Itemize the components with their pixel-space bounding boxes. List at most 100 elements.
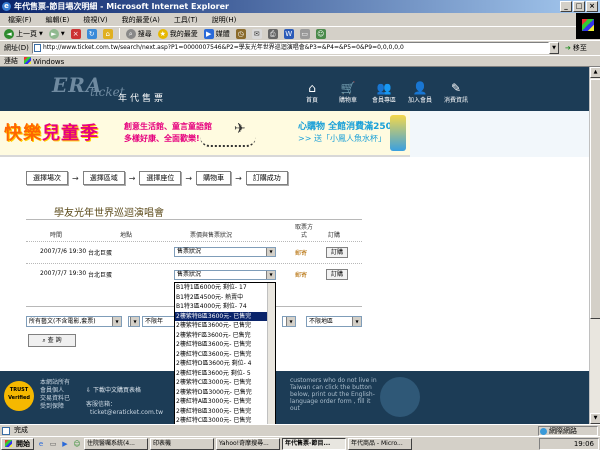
links-windows[interactable]: Windows <box>24 56 64 66</box>
dropdown-option[interactable]: 2樓紫特E區3600元- 已售完 <box>175 321 275 331</box>
dropdown-option[interactable]: B1特3區4000元 剩位- 74 <box>175 302 275 312</box>
row2-buy-button[interactable]: 訂購 <box>326 269 348 280</box>
date-value: 不限年 <box>145 318 164 325</box>
messenger-quicklaunch-icon[interactable]: ☺ <box>72 439 82 449</box>
maximize-button[interactable]: □ <box>573 1 585 12</box>
address-bar: 網址(D) http://www.ticket.com.tw/search/ne… <box>0 40 600 55</box>
dropdown-option[interactable]: 2樓紫特F區3600元- 已售完 <box>175 331 275 341</box>
word-edit-icon[interactable]: W <box>283 28 294 39</box>
download-form-label: 下載中文購買表格 <box>92 387 141 394</box>
minimize-button[interactable]: _ <box>560 1 572 12</box>
dropdown-option[interactable]: 2樓紅特A區3000元- 已售完 <box>175 397 275 407</box>
menu-view[interactable]: 檢視(V) <box>83 15 107 25</box>
banner-title: 快樂兒童季 <box>4 119 99 145</box>
dropdown-option[interactable]: B1特2區4500元- 熱賣中 <box>175 293 275 303</box>
service-email[interactable]: ticket@eraticket.com.tw <box>90 409 163 416</box>
refresh-icon[interactable]: ↻ <box>86 28 97 39</box>
messenger-icon[interactable]: ☺ <box>315 28 326 39</box>
row1-status-select[interactable]: 售票狀況 ▼ <box>174 247 276 257</box>
search-button[interactable]: ⌕ 搜尋 <box>125 28 152 39</box>
search-button[interactable]: ⌕ 查 詢 <box>28 334 76 347</box>
download-form-link[interactable]: ⇩ 下載中文購買表格 <box>86 385 141 394</box>
back-dropdown-icon[interactable]: ▼ <box>39 31 43 37</box>
nav-info[interactable]: ✎ 消費資訊 <box>440 81 472 104</box>
forward-button[interactable]: ► ▼ <box>48 28 65 39</box>
system-tray: 19:06 <box>539 438 599 450</box>
taskbar-button[interactable]: 年代售票-節目... <box>282 437 346 450</box>
history-icon[interactable]: ◷ <box>235 28 246 39</box>
dropdown-option[interactable]: 2樓紫特B區3600元- 已售完 <box>175 311 275 321</box>
members-icon: 👥 <box>376 81 392 95</box>
dropdown-scrollbar[interactable] <box>267 283 275 424</box>
dropdown-option[interactable]: 2樓紫特D區3000元- 已售完 <box>175 388 275 398</box>
taskbar-button[interactable]: 年代商品 - Micro... <box>348 437 412 450</box>
menu-edit[interactable]: 編輯(E) <box>46 15 70 25</box>
dropdown-option[interactable]: 2樓紅特C區3600元- 已售完 <box>175 350 275 360</box>
nav-member-area[interactable]: 👥 會員專區 <box>368 81 400 104</box>
price-status-dropdown[interactable]: B1特1區6000元 剩位- 17 B1特2區4500元- 熱賣中 B1特3區400… <box>174 282 276 424</box>
stop-icon[interactable]: × <box>70 28 81 39</box>
menu-tools[interactable]: 工具(T) <box>174 15 198 25</box>
media-icon: ▶ <box>203 28 214 39</box>
mail-icon[interactable]: ✉ <box>251 28 262 39</box>
day-select[interactable]: ▼ <box>282 316 296 327</box>
go-button[interactable]: ➔ 移至 <box>565 43 587 53</box>
dropdown-option[interactable]: 2樓紅特B區3600元- 已售完 <box>175 340 275 350</box>
address-input[interactable]: http://www.ticket.com.tw/search/next.asp… <box>32 42 549 54</box>
forward-dropdown-icon[interactable]: ▼ <box>61 31 65 37</box>
row2-status-select[interactable]: 售票狀況 ▼ <box>174 270 276 280</box>
media-button[interactable]: ▶ 媒體 <box>203 28 230 39</box>
menu-help[interactable]: 說明(H) <box>212 15 237 25</box>
taskbar-button[interactable]: Yahoo!奇摩搜尋... <box>216 437 280 450</box>
row2-place: 台北巨蛋 <box>88 272 113 279</box>
scroll-down-icon[interactable]: ▼ <box>590 413 600 424</box>
favorites-button[interactable]: ★ 我的最愛 <box>157 28 198 39</box>
nav-join[interactable]: 👤 加入會員 <box>404 81 436 104</box>
close-button[interactable]: × <box>586 1 598 12</box>
go-label: 移至 <box>572 44 587 52</box>
dropdown-option[interactable]: 2樓紅特D區3600元 剩位- 4 <box>175 359 275 369</box>
footer-text-4: 受到保障 <box>40 403 65 410</box>
security-zone: 網際網路 <box>538 426 598 436</box>
divider <box>26 219 362 220</box>
back-button[interactable]: ◄ 上一頁 ▼ <box>4 28 43 39</box>
site-nav: ⌂ 首頁 🛒 購物車 👥 會員專區 👤 加入會員 ✎ 消費資訊 <box>296 81 472 104</box>
vertical-scrollbar[interactable]: ▲ ▼ <box>589 67 600 424</box>
dropdown-option[interactable]: 2樓紅特B區3000元- 已售完 <box>175 407 275 417</box>
window-title-bar[interactable]: e 年代售票-節目場次明細 - Microsoft Internet Explo… <box>0 0 600 13</box>
taskbar-button[interactable]: 住院醫囑系統(4... <box>84 437 148 450</box>
scroll-thumb[interactable] <box>590 79 600 319</box>
region-select[interactable]: 不限地區 ▼ <box>306 316 362 327</box>
promo-banner[interactable]: 快樂兒童季 創意生活館、童言童語館 多樣好康、全面歡樂! ✈ 心購物 全館消費滿… <box>0 111 589 157</box>
row2-pickup: 郵寄 <box>295 272 308 279</box>
nav-cart[interactable]: 🛒 購物車 <box>332 81 364 104</box>
dropdown-option[interactable]: B1特1區6000元 剩位- 17 <box>175 283 275 293</box>
links-label: 連結 <box>4 57 18 65</box>
arrow-right-icon: → <box>128 173 136 183</box>
taskbar-button[interactable]: 印表機 <box>150 437 214 450</box>
row1-buy-button[interactable]: 訂購 <box>326 247 348 258</box>
nav-home[interactable]: ⌂ 首頁 <box>296 81 328 104</box>
toolbar-separator <box>118 28 120 39</box>
month-select[interactable]: ▼ <box>128 316 140 327</box>
home-icon[interactable]: ⌂ <box>102 28 113 39</box>
desktop-quicklaunch-icon[interactable]: ▭ <box>48 439 58 449</box>
dropdown-option[interactable]: 2樓紅特C區3000元- 已售完 <box>175 416 275 424</box>
step-select-seat: 選擇座位 <box>139 171 182 185</box>
start-button[interactable]: 開始 <box>1 437 34 450</box>
dropdown-option[interactable]: 2樓紫特C區3000元- 已售完 <box>175 378 275 388</box>
media-quicklaunch-icon[interactable]: ▶ <box>60 439 70 449</box>
discuss-icon[interactable]: ▭ <box>299 28 310 39</box>
scroll-up-icon[interactable]: ▲ <box>590 67 600 78</box>
trust-seal[interactable]: TRUST Verified <box>4 381 34 411</box>
address-dropdown-icon[interactable]: ▼ <box>549 42 559 54</box>
menu-favorites[interactable]: 我的最愛(A) <box>122 15 160 25</box>
menu-file[interactable]: 檔案(F) <box>8 15 32 25</box>
dropdown-option[interactable]: 2樓紅特E區3600元 剩位- 5 <box>175 369 275 379</box>
step-cart: 購物車 <box>196 171 232 185</box>
print-icon[interactable]: ⎙ <box>267 28 278 39</box>
category-select[interactable]: 所有藝文(不含電影,套票) ▼ <box>26 316 122 327</box>
ie-quicklaunch-icon[interactable]: e <box>36 439 46 449</box>
status-bar: 完成 網際網路 <box>0 424 600 436</box>
region-value: 不限地區 <box>309 318 334 325</box>
